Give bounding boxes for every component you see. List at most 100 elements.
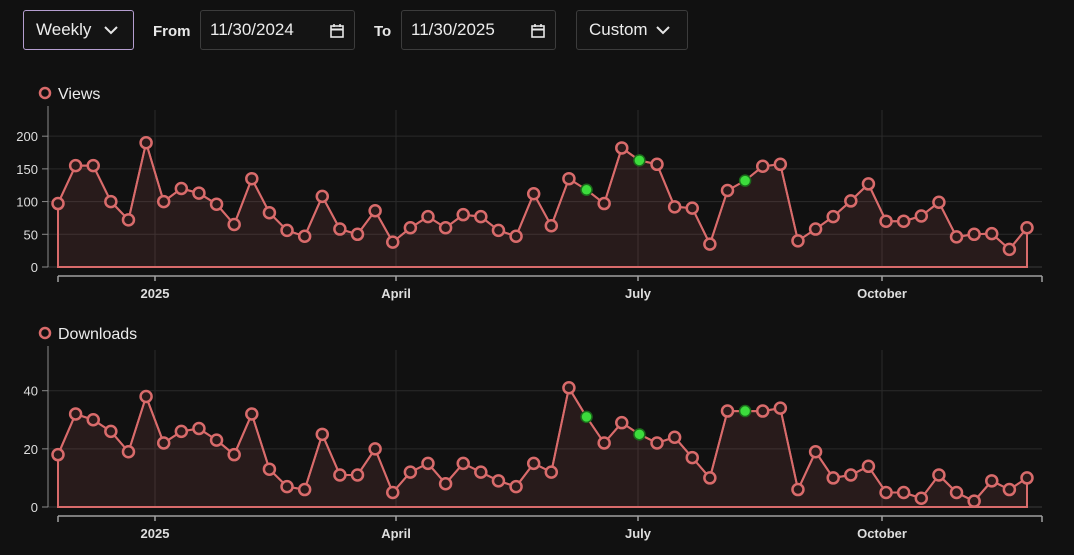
data-point [68, 158, 83, 173]
data-point [773, 401, 788, 415]
highlight-point [633, 154, 646, 167]
data-point [227, 447, 241, 462]
legend-marker-icon [38, 326, 52, 340]
range-select[interactable]: Custom [576, 10, 688, 50]
data-point [509, 229, 523, 244]
data-point [562, 381, 576, 395]
data-point [597, 196, 611, 211]
data-point [156, 436, 171, 450]
data-point [526, 186, 541, 201]
data-point [262, 462, 277, 476]
calendar-icon[interactable] [330, 23, 344, 38]
data-point [474, 465, 488, 479]
data-point [209, 433, 224, 447]
highlight-point [738, 174, 752, 187]
x-tick-label: July [625, 526, 652, 541]
calendar-icon[interactable] [531, 23, 545, 38]
data-point [104, 194, 118, 209]
data-point [932, 468, 946, 482]
data-point [985, 226, 999, 241]
x-tick-label: October [857, 526, 907, 541]
data-point [861, 177, 876, 191]
data-point [703, 237, 717, 251]
data-point [773, 157, 788, 172]
highlight-point [580, 183, 593, 197]
data-point [967, 227, 981, 242]
x-tick-label: July [625, 286, 652, 301]
data-point [192, 186, 206, 200]
data-point [914, 491, 929, 506]
x-tick-label: April [381, 286, 411, 301]
x-tick-label: April [381, 526, 411, 541]
data-point [685, 201, 700, 215]
data-point [667, 430, 682, 444]
range-value: Custom [589, 20, 648, 39]
data-point [1020, 221, 1034, 235]
data-point [333, 222, 347, 236]
y-tick-label: 40 [24, 384, 38, 399]
data-point [879, 214, 893, 228]
data-point [174, 424, 189, 439]
chevron-down-icon [656, 26, 670, 35]
data-point [456, 456, 470, 471]
data-point [474, 209, 488, 224]
interval-value: Weekly [36, 20, 92, 39]
data-point [544, 465, 559, 479]
data-point [121, 445, 136, 459]
data-point [720, 404, 735, 418]
data-point [826, 471, 840, 485]
to-label: To [374, 23, 392, 40]
data-point [86, 413, 100, 427]
data-point [755, 159, 770, 174]
from-date-input[interactable]: 11/30/2024 [200, 10, 355, 50]
from-label: From [153, 23, 191, 40]
data-point [421, 209, 435, 224]
data-point [438, 221, 453, 235]
data-point [139, 135, 153, 150]
data-point [456, 207, 470, 222]
data-point [509, 479, 523, 494]
y-tick-label: 150 [16, 162, 38, 177]
data-point [544, 219, 559, 233]
data-point [491, 223, 506, 238]
data-point [51, 196, 65, 211]
chevron-down-icon [104, 26, 118, 35]
data-point [368, 442, 382, 456]
data-point [403, 221, 418, 235]
data-point [368, 203, 382, 218]
data-point [68, 407, 83, 421]
highlight-point [580, 410, 593, 424]
data-point [350, 468, 365, 482]
data-point [650, 157, 664, 172]
data-point [385, 485, 400, 500]
data-point [985, 474, 999, 488]
data-point [209, 197, 224, 211]
downloads-chart: Downloads 0 20 40 2025 April July October [24, 326, 1043, 541]
to-date-value: 11/30/2025 [411, 20, 495, 39]
interval-select[interactable]: Weekly [23, 10, 134, 50]
data-point [139, 389, 153, 404]
data-point [844, 468, 858, 482]
y-tick-label: 50 [24, 227, 38, 242]
legend-marker-icon [38, 86, 52, 100]
y-tick-label: 20 [24, 442, 38, 457]
data-point [315, 427, 330, 442]
data-point [755, 404, 770, 418]
data-point [949, 230, 964, 244]
data-point [791, 482, 805, 497]
data-point [896, 485, 911, 500]
data-point [51, 447, 65, 462]
to-date-input[interactable]: 11/30/2025 [401, 10, 556, 50]
data-point [245, 171, 259, 186]
data-point [280, 223, 294, 238]
data-point [192, 421, 206, 436]
y-tick-label: 100 [16, 195, 38, 210]
data-point [385, 235, 400, 249]
data-point [615, 141, 629, 155]
x-tick-label: October [857, 286, 907, 301]
x-tick-label: 2025 [141, 286, 170, 301]
data-point [280, 479, 294, 494]
data-point [808, 445, 823, 459]
data-point [808, 222, 823, 236]
data-point [1002, 482, 1017, 497]
